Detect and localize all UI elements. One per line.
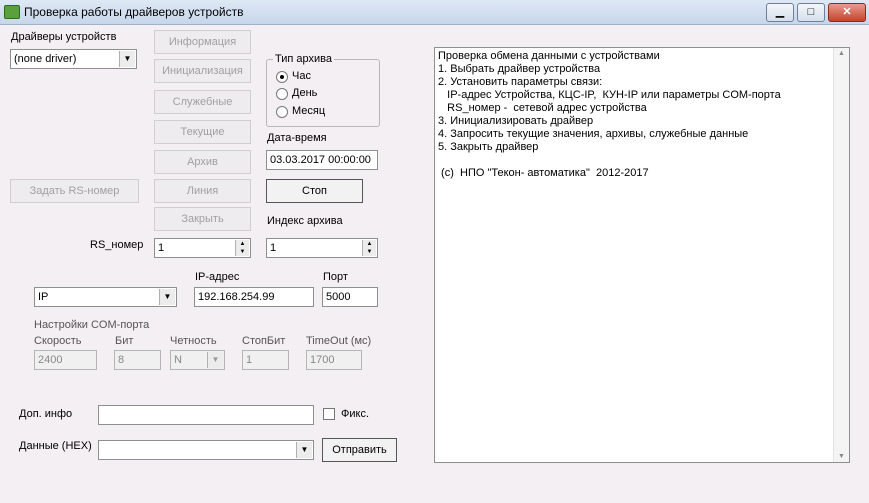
timeout-label: TimeOut (мс) (306, 335, 372, 347)
scroll-up-icon[interactable]: ▲ (834, 50, 849, 57)
archive-index-value: 1 (270, 242, 277, 254)
close-window-button[interactable]: ✕ (828, 3, 866, 22)
bits-input[interactable]: 8 (114, 350, 161, 370)
archive-index-stepper[interactable]: 1 ▲ ▼ (266, 238, 378, 258)
radio-month-icon (276, 106, 288, 118)
parity-select[interactable]: N ▼ (170, 350, 225, 370)
connection-type-select[interactable]: IP ▼ (34, 287, 177, 307)
archive-button[interactable]: Архив (154, 150, 251, 174)
port-input[interactable]: 5000 (322, 287, 378, 307)
close-driver-button[interactable]: Закрыть (154, 207, 251, 231)
log-textarea[interactable]: Проверка обмена данными с устройствами 1… (434, 47, 850, 463)
ip-input[interactable]: 192.168.254.99 (194, 287, 314, 307)
ip-label: IP-адрес (195, 271, 240, 283)
init-button[interactable]: Инициализация (154, 59, 251, 83)
com-settings-title: Настройки COM-порта (34, 319, 150, 331)
parity-value: N (174, 354, 182, 366)
maximize-button[interactable]: □ (797, 3, 825, 22)
set-rs-number-button[interactable]: Задать RS-номер (10, 179, 139, 203)
log-line: 1. Выбрать драйвер устройства (438, 63, 601, 75)
send-button[interactable]: Отправить (322, 438, 397, 462)
log-line: 3. Инициализировать драйвер (438, 115, 594, 127)
datetime-input[interactable]: 03.03.2017 00:00:00 (266, 150, 378, 170)
speed-label: Скорость (34, 335, 82, 347)
port-label: Порт (323, 271, 348, 283)
log-line: 4. Запросить текущие значения, архивы, с… (438, 128, 749, 140)
drivers-label: Драйверы устройств (11, 31, 117, 43)
app-icon (4, 5, 20, 19)
parity-label: Четность (170, 335, 217, 347)
drivers-selected-value: (none driver) (14, 53, 77, 65)
minimize-button[interactable]: ▁ (766, 3, 794, 22)
timeout-input[interactable]: 1700 (306, 350, 362, 370)
log-scrollbar[interactable]: ▲ ▼ (833, 48, 849, 462)
fix-label: Фикс. (341, 408, 369, 420)
hex-label: Данные (HEX) (19, 440, 92, 452)
archive-index-label: Индекс архива (267, 215, 343, 227)
chevron-down-icon: ▼ (119, 51, 135, 67)
archive-type-label: Тип архива (273, 53, 334, 65)
line-button[interactable]: Линия (154, 179, 251, 203)
chevron-down-icon: ▼ (296, 442, 312, 458)
extra-info-label: Доп. инфо (19, 408, 73, 420)
radio-month[interactable]: Месяц (276, 105, 356, 119)
log-line: 2. Установить параметры связи: (438, 76, 603, 88)
info-button[interactable]: Информация (154, 30, 251, 54)
fix-checkbox[interactable] (323, 408, 335, 420)
bits-label: Бит (115, 335, 134, 347)
chevron-down-icon: ▼ (159, 289, 175, 305)
speed-input[interactable]: 2400 (34, 350, 97, 370)
window-title: Проверка работы драйверов устройств (24, 5, 244, 19)
log-line: 5. Закрыть драйвер (438, 141, 539, 153)
title-bar: Проверка работы драйверов устройств ▁ □ … (0, 0, 869, 25)
current-button[interactable]: Текущие (154, 120, 251, 144)
log-line: IP-адрес Устройства, КЦС-IP, КУН-IP или … (438, 89, 781, 101)
chevron-down-icon: ▼ (207, 352, 223, 368)
connection-type-value: IP (38, 291, 49, 303)
radio-day-label: День (292, 87, 318, 99)
radio-day-icon (276, 88, 288, 100)
log-line: RS_номер - сетевой адрес устройства (438, 102, 647, 114)
stopbit-input[interactable]: 1 (242, 350, 289, 370)
radio-day[interactable]: День (276, 87, 356, 101)
extra-info-input[interactable] (98, 405, 314, 425)
stop-button[interactable]: Стоп (266, 179, 363, 203)
stopbit-label: СтопБит (242, 335, 286, 347)
service-button[interactable]: Служебные (154, 90, 251, 114)
log-line: Проверка обмена данными с устройствами (438, 50, 660, 62)
drivers-select[interactable]: (none driver) ▼ (10, 49, 137, 69)
spin-arrows-icon: ▲ ▼ (235, 240, 249, 256)
radio-month-label: Месяц (292, 105, 326, 117)
rs-number-stepper[interactable]: 1 ▲ ▼ (154, 238, 251, 258)
rs-number-label: RS_номер (90, 239, 144, 251)
rs-number-value: 1 (158, 242, 165, 254)
log-line: (c) НПО "Текон- автоматика" 2012-2017 (438, 167, 649, 179)
scroll-down-icon[interactable]: ▼ (834, 453, 849, 460)
datetime-label: Дата-время (267, 132, 327, 144)
radio-hour[interactable]: Час (276, 70, 356, 84)
radio-hour-icon (276, 71, 288, 83)
spin-arrows-icon: ▲ ▼ (362, 240, 376, 256)
radio-hour-label: Час (292, 70, 311, 82)
hex-input[interactable]: ▼ (98, 440, 314, 460)
